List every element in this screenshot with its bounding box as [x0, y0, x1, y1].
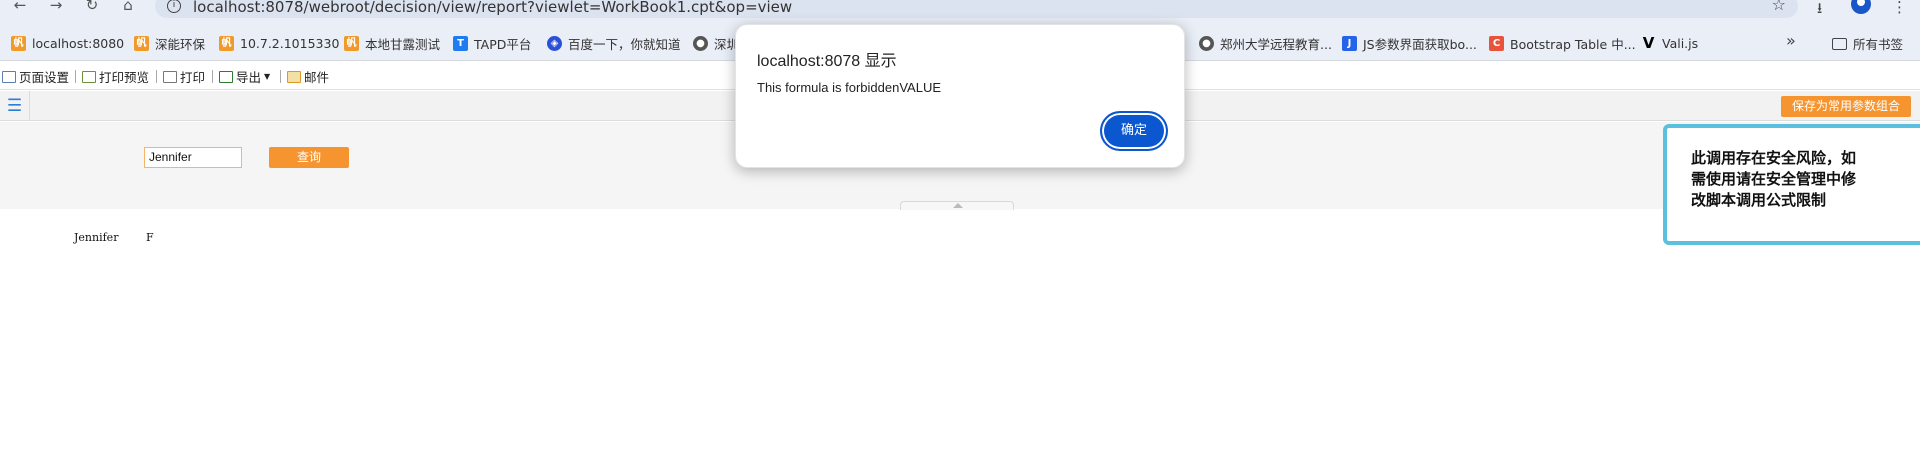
bootstrap-icon: C: [1489, 35, 1504, 51]
profile-icon[interactable]: [1851, 0, 1871, 14]
bookmark-item[interactable]: 帆 本地甘露测试: [344, 34, 440, 52]
bookmark-label: JS参数界面获取bo...: [1363, 36, 1477, 52]
bookmark-item[interactable]: ● 郑州大学远程教育...: [1199, 34, 1332, 52]
page-setup-button[interactable]: 页面设置: [2, 69, 70, 85]
save-param-combo-button[interactable]: 保存为常用参数组合: [1781, 96, 1911, 117]
vali-icon: V: [1642, 33, 1655, 52]
folder-icon: [1832, 37, 1847, 50]
bookmark-label: Vali.js: [1662, 35, 1699, 51]
baidu-icon: ◈: [547, 35, 562, 51]
bookmark-label: localhost:8080: [32, 35, 125, 51]
globe-icon: ●: [1199, 35, 1214, 51]
export-button[interactable]: 导出 ▼: [219, 69, 271, 85]
export-icon: [219, 70, 233, 83]
bookmark-star-icon[interactable]: ☆: [1772, 0, 1786, 14]
toolbar-divider: [75, 70, 76, 83]
bookmark-item[interactable]: C Bootstrap Table 中...: [1489, 34, 1636, 52]
bookmark-label: 深能环保: [155, 36, 206, 52]
print-preview-icon: [82, 70, 96, 83]
report-cell-gender: F: [146, 231, 154, 244]
home-icon[interactable]: ⌂: [116, 0, 140, 14]
bookmark-label: TAPD平台: [474, 36, 532, 52]
bookmark-item[interactable]: 帆 localhost:8080: [11, 34, 124, 52]
more-bookmarks-icon[interactable]: »: [1786, 31, 1796, 50]
bookmark-label: 百度一下，你就知道: [568, 36, 681, 52]
print-label: 打印: [180, 70, 206, 85]
bookmark-label: Bootstrap Table 中...: [1510, 36, 1636, 52]
security-warning-text: 此调用存在安全风险，如需使用请在安全管理中修改脚本调用公式限制: [1691, 149, 1857, 209]
tapd-icon: T: [453, 35, 468, 51]
print-preview-label: 打印预览: [99, 70, 150, 85]
export-label: 导出: [236, 70, 262, 85]
mail-label: 邮件: [304, 70, 330, 85]
mail-icon: [287, 70, 301, 83]
all-bookmarks-label: 所有书签: [1853, 37, 1904, 52]
mail-button[interactable]: 邮件: [287, 69, 330, 85]
query-button[interactable]: 查询: [269, 147, 349, 168]
dialog-message: This formula is forbiddenVALUE: [757, 80, 942, 95]
toolbar-divider: [212, 70, 213, 83]
finereport-icon: 帆: [219, 35, 234, 51]
bookmark-item[interactable]: ● 深圳: [693, 34, 739, 52]
forward-icon[interactable]: →: [44, 0, 68, 14]
bookmark-label: 10.7.2.1015330: [240, 35, 340, 51]
bookmark-item[interactable]: T TAPD平台: [453, 34, 531, 52]
reload-icon[interactable]: ↻: [80, 0, 104, 14]
bookmark-item[interactable]: J JS参数界面获取bo...: [1342, 34, 1477, 52]
toolbar-divider: [280, 70, 281, 83]
dialog-title: localhost:8078 显示: [757, 53, 897, 70]
bookmark-label: 本地甘露测试: [365, 36, 441, 52]
menu-icon[interactable]: ⋮: [1892, 0, 1907, 16]
page-setup-icon: [2, 70, 16, 83]
collapse-parameter-pane-tab[interactable]: [900, 201, 1014, 210]
name-parameter-input[interactable]: Jennifer: [144, 147, 242, 168]
dialog-ok-button[interactable]: 确定: [1100, 111, 1168, 151]
bookmark-item[interactable]: ◈ 百度一下，你就知道: [547, 34, 681, 52]
js-icon: J: [1342, 35, 1357, 51]
bookmark-label: 郑州大学远程教育...: [1220, 36, 1332, 52]
globe-icon: ●: [693, 35, 708, 51]
url-text[interactable]: localhost:8078/webroot/decision/view/rep…: [193, 0, 792, 16]
browser-topbar: ← → ↻ ⌂ i localhost:8078/webroot/decisio…: [0, 0, 1920, 23]
page-setup-label: 页面设置: [19, 70, 70, 85]
bookmark-item[interactable]: V Vali.js: [1641, 34, 1698, 52]
finereport-icon: 帆: [11, 35, 26, 51]
bookmark-item[interactable]: 帆 10.7.2.1015330: [219, 34, 339, 52]
site-info-icon[interactable]: i: [167, 0, 181, 13]
bookmark-item[interactable]: 帆 深能环保: [134, 34, 205, 52]
finereport-icon: 帆: [344, 35, 359, 51]
toolbar-divider: [156, 70, 157, 83]
parameter-settings-icon[interactable]: ☰: [0, 91, 30, 121]
all-bookmarks-button[interactable]: 所有书签: [1832, 34, 1903, 53]
security-warning-tooltip: 此调用存在安全风险，如需使用请在安全管理中修改脚本调用公式限制: [1663, 124, 1920, 245]
print-button[interactable]: 打印: [163, 69, 206, 85]
alert-dialog: localhost:8078 显示 This formula is forbid…: [735, 24, 1185, 168]
chevron-down-icon: ▼: [264, 72, 271, 81]
printer-icon: [163, 70, 177, 83]
report-cell-name: Jennifer: [74, 231, 119, 244]
download-icon[interactable]: ⭳: [1817, 0, 1822, 23]
back-icon[interactable]: ←: [8, 0, 32, 14]
finereport-icon: 帆: [134, 35, 149, 51]
print-preview-button[interactable]: 打印预览: [82, 69, 150, 85]
address-bar[interactable]: i localhost:8078/webroot/decision/view/r…: [155, 0, 1798, 18]
